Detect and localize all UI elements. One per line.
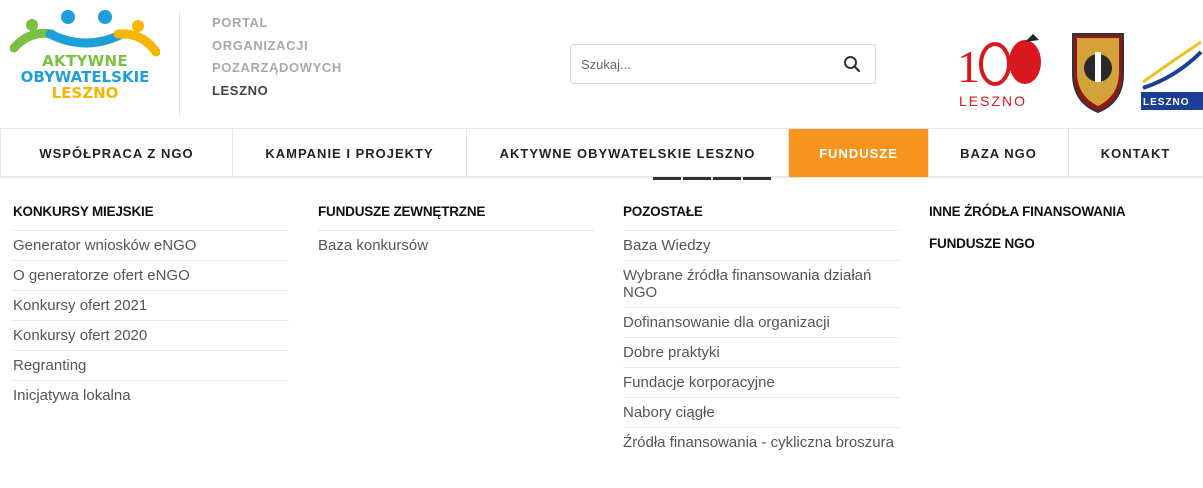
menu-column-title[interactable]: POZOSTAŁE (623, 204, 899, 231)
menu-column-title[interactable]: FUNDUSZE ZEWNĘTRZNE (318, 204, 594, 231)
search-icon[interactable] (843, 55, 861, 73)
badge-text: LESZNO (959, 93, 1027, 109)
menu-link[interactable]: Generator wniosków eNGO (13, 231, 289, 261)
menu-link[interactable]: O generatorze ofert eNGO (13, 261, 289, 291)
site-logo[interactable]: AKTYWNE OBYWATELSKIE LESZNO (9, 8, 161, 118)
portal-line-2: ORGANIZACJI (212, 37, 309, 53)
menu-column-title[interactable]: KONKURSY MIEJSKIE (13, 204, 289, 231)
logo-line-1: AKTYWNE (42, 52, 128, 70)
menu-column-inne: INNE ŹRÓDŁA FINANSOWANIA FUNDUSZE NGO (929, 204, 1199, 268)
logo-line-2: OBYWATELSKIE (20, 68, 150, 86)
nav-item-kontakt[interactable]: KONTAKT (1069, 129, 1202, 177)
nav-item-baza-ngo[interactable]: BAZA NGO (929, 129, 1069, 177)
search-input[interactable] (581, 45, 831, 83)
leszno-100-badge-icon[interactable]: 1 LESZNO (955, 22, 1057, 116)
logo-divider (179, 12, 180, 116)
menu-column-fundusze-zewnetrzne: FUNDUSZE ZEWNĘTRZNE Baza konkursów (318, 204, 594, 260)
menu-link[interactable]: Fundacje korporacyjne (623, 368, 899, 398)
menu-link[interactable]: Dobre praktyki (623, 338, 899, 368)
menu-column-title[interactable]: INNE ŹRÓDŁA FINANSOWANIA (929, 204, 1199, 236)
menu-link[interactable]: Inicjatywa lokalna (13, 381, 289, 410)
menu-link[interactable]: Baza Wiedzy (623, 231, 899, 261)
menu-link[interactable]: Konkursy ofert 2020 (13, 321, 289, 351)
menu-column-pozostale: POZOSTAŁE Baza Wiedzy Wybrane źródła fin… (623, 204, 899, 457)
logo-line-3: LESZNO (51, 84, 119, 102)
menu-link[interactable]: Nabory ciągłe (623, 398, 899, 428)
menu-column-title-2[interactable]: FUNDUSZE NGO (929, 236, 1199, 268)
search-box (570, 44, 876, 84)
menu-column-konkursy: KONKURSY MIEJSKIE Generator wniosków eNG… (13, 204, 289, 410)
main-nav: WSPÓŁPRACA Z NGO KAMPANIE I PROJEKTY AKT… (0, 128, 1203, 178)
svg-text:1: 1 (957, 41, 980, 92)
leszno-logo-text: LESZNO (1143, 97, 1190, 108)
portal-line-3: POZARZĄDOWYCH (212, 60, 342, 75)
leszno-city-logo-icon[interactable]: LESZNO (1141, 22, 1203, 116)
nav-item-aktywne[interactable]: AKTYWNE OBYWATELSKIE LESZNO (467, 129, 789, 177)
menu-link[interactable]: Konkursy ofert 2021 (13, 291, 289, 321)
nav-item-kampanie[interactable]: KAMPANIE I PROJEKTY (233, 129, 467, 177)
menu-link[interactable]: Wybrane źródła finansowania działań NGO (623, 261, 899, 308)
menu-link[interactable]: Dofinansowanie dla organizacji (623, 308, 899, 338)
logo-text: AKTYWNE OBYWATELSKIE LESZNO (10, 53, 160, 101)
portal-line-4: LESZNO (212, 82, 269, 98)
menu-link[interactable]: Regranting (13, 351, 289, 381)
site-header: AKTYWNE OBYWATELSKIE LESZNO PORTAL ORGAN… (0, 0, 1203, 128)
leszno-crest-icon[interactable] (1067, 22, 1129, 116)
fundusze-mega-menu: KONKURSY MIEJSKIE Generator wniosków eNG… (0, 180, 1203, 488)
portal-line-1: PORTAL (212, 15, 269, 30)
menu-link[interactable]: Źródła finansowania - cykliczna broszura (623, 428, 899, 457)
nav-item-fundusze[interactable]: FUNDUSZE (789, 129, 929, 177)
logo-figures-icon (9, 10, 161, 57)
portal-title: PORTAL ORGANIZACJI POZARZĄDOWYCH LESZNO (212, 12, 342, 102)
nav-item-wspolpraca[interactable]: WSPÓŁPRACA Z NGO (0, 129, 233, 177)
menu-link[interactable]: Baza konkursów (318, 231, 594, 260)
